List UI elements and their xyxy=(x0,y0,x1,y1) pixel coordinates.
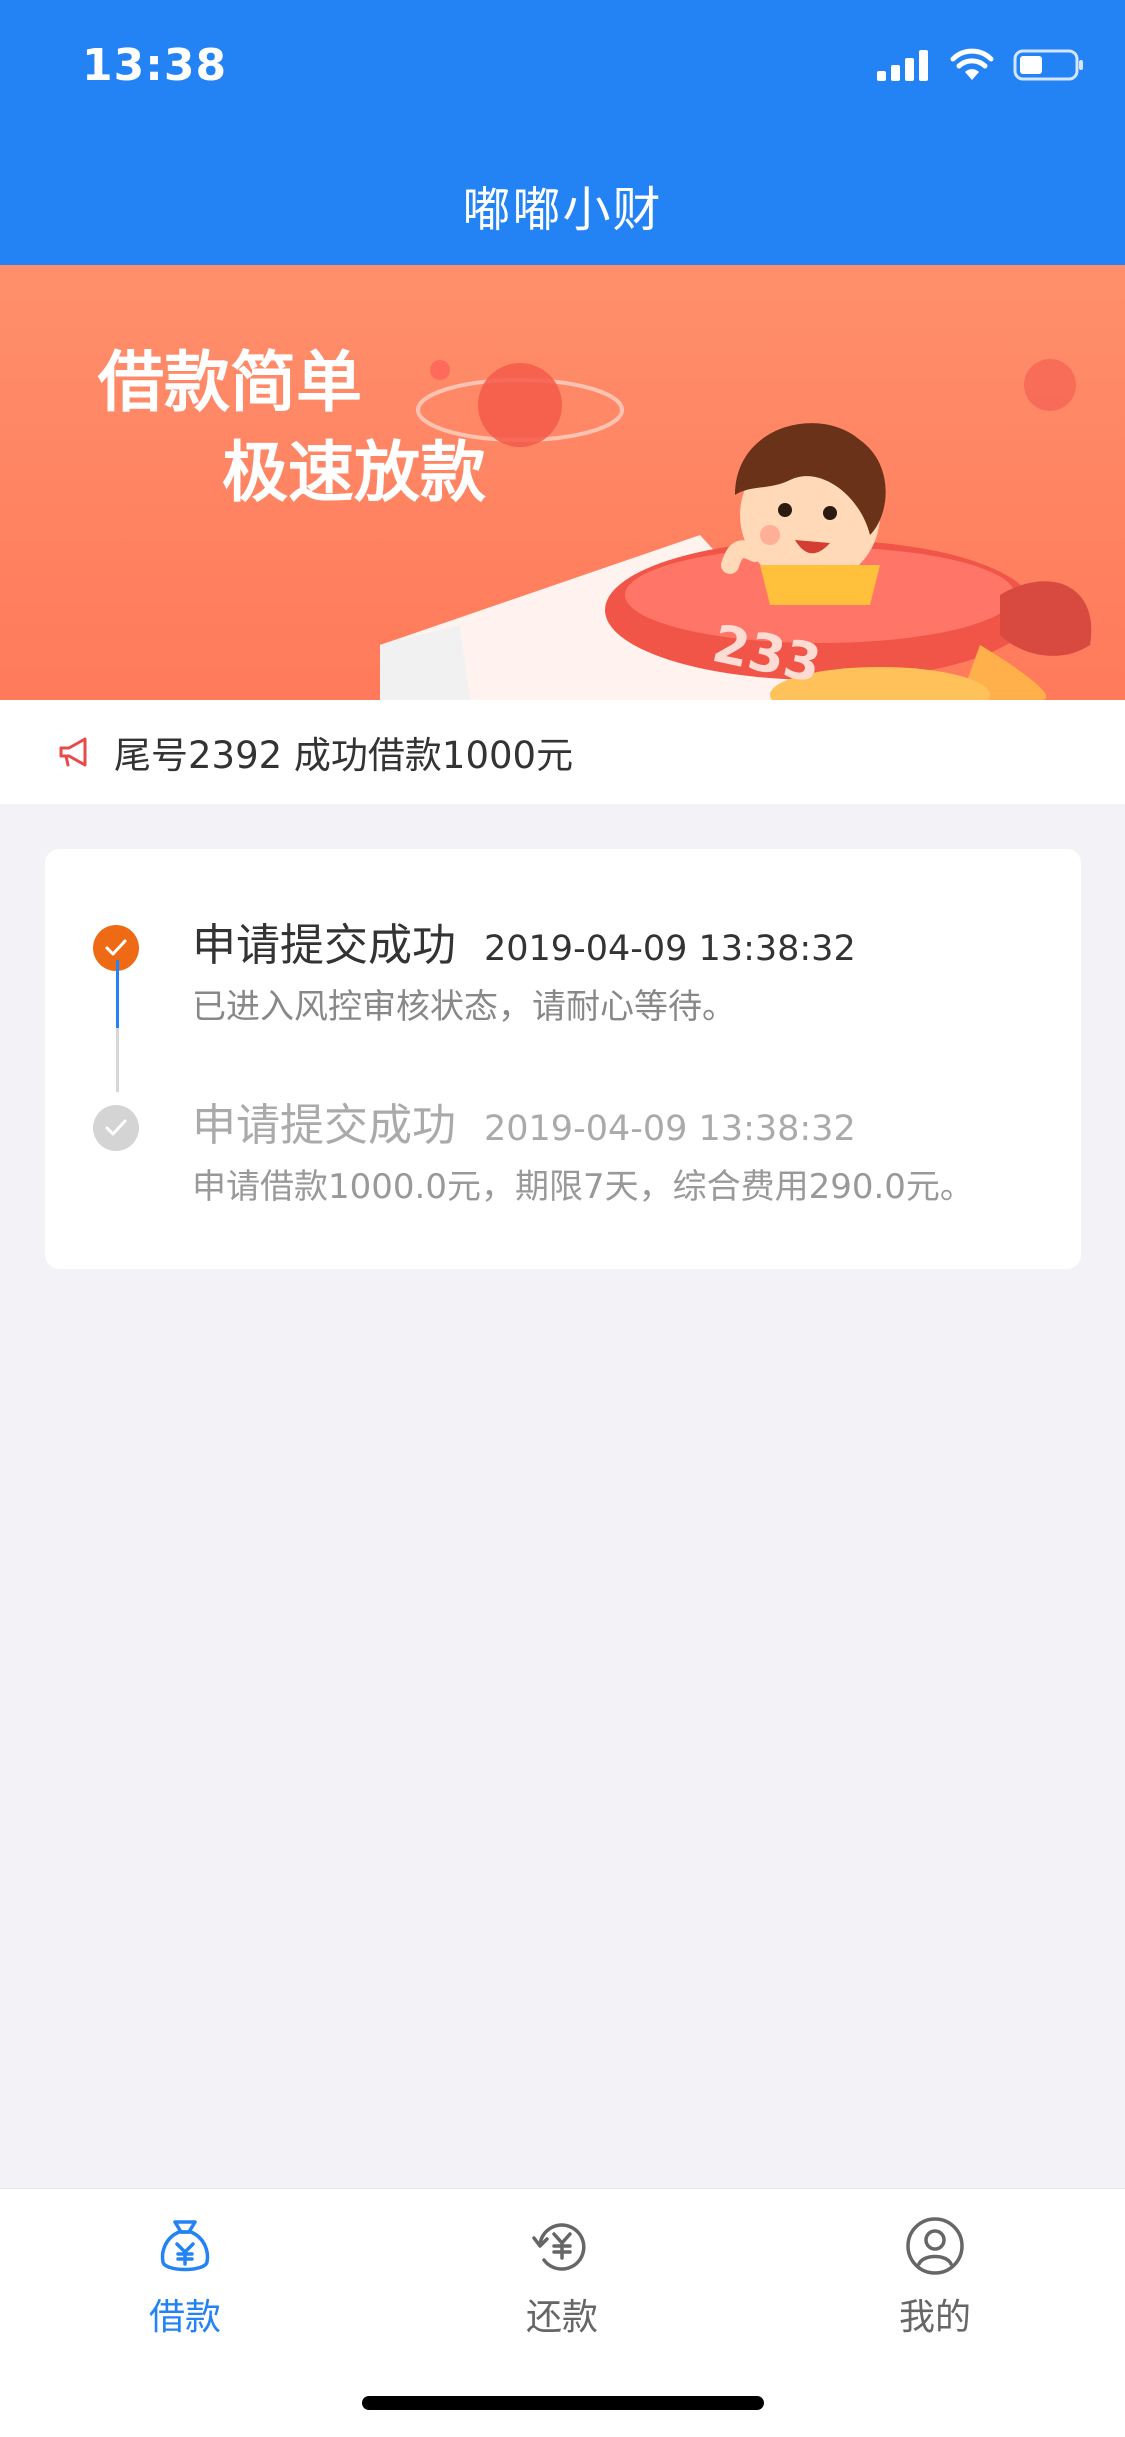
status-bar: 13:38 xyxy=(0,0,1125,140)
notice-text: 尾号2392 成功借款1000元 xyxy=(114,734,574,777)
banner-line1: 借款简单 xyxy=(97,344,362,421)
tab-label: 我的 xyxy=(898,2297,971,2338)
step-title-text: 申请提交成功 xyxy=(192,1100,456,1151)
step-time: 2019-04-09 13:38:32 xyxy=(484,1109,856,1149)
profile-icon xyxy=(906,2217,964,2275)
promo-banner[interactable]: 233 借款简单 极速放款 xyxy=(0,265,1125,700)
page-title: 嘟嘟小财 xyxy=(462,182,663,238)
banner-line2: 极速放款 xyxy=(222,434,486,511)
signal-icon xyxy=(877,50,928,81)
step-title: 申请提交成功 2019-04-09 13:38:32 xyxy=(192,909,856,973)
progress-card: 申请提交成功 2019-04-09 13:38:32 已进入风控审核状态，请耐心等… xyxy=(45,849,1081,1269)
step-description: 已进入风控审核状态，请耐心等待。 xyxy=(192,987,736,1027)
timeline-connector-inactive xyxy=(116,1028,119,1092)
home-indicator[interactable] xyxy=(362,2396,764,2410)
step-description: 申请借款1000.0元，期限7天，综合费用290.0元。 xyxy=(192,1167,974,1207)
tab-repay[interactable]: 还款 xyxy=(442,2214,682,2340)
check-icon xyxy=(93,1105,139,1151)
tab-label: 借款 xyxy=(148,2297,221,2338)
wifi-icon xyxy=(950,48,994,80)
step-title: 申请提交成功 2019-04-09 13:38:32 xyxy=(192,1089,856,1153)
battery-icon xyxy=(1013,49,1083,81)
loan-bag-icon xyxy=(160,2220,210,2272)
tab-loan[interactable]: 借款 xyxy=(65,2214,305,2340)
megaphone-icon xyxy=(59,737,87,767)
tab-mine[interactable]: 我的 xyxy=(815,2214,1055,2340)
step-time: 2019-04-09 13:38:32 xyxy=(484,929,856,969)
repay-icon xyxy=(532,2223,586,2271)
step-title-text: 申请提交成功 xyxy=(192,920,456,971)
notice-bar: 尾号2392 成功借款1000元 xyxy=(0,700,1125,804)
tab-label: 还款 xyxy=(525,2297,598,2338)
status-icons xyxy=(877,48,1085,82)
timeline-connector-active xyxy=(116,960,119,1028)
banner-illustration: 233 借款简单 极速放款 xyxy=(97,344,1092,700)
nav-bar: 嘟嘟小财 xyxy=(0,140,1125,265)
status-time: 13:38 xyxy=(82,40,228,91)
